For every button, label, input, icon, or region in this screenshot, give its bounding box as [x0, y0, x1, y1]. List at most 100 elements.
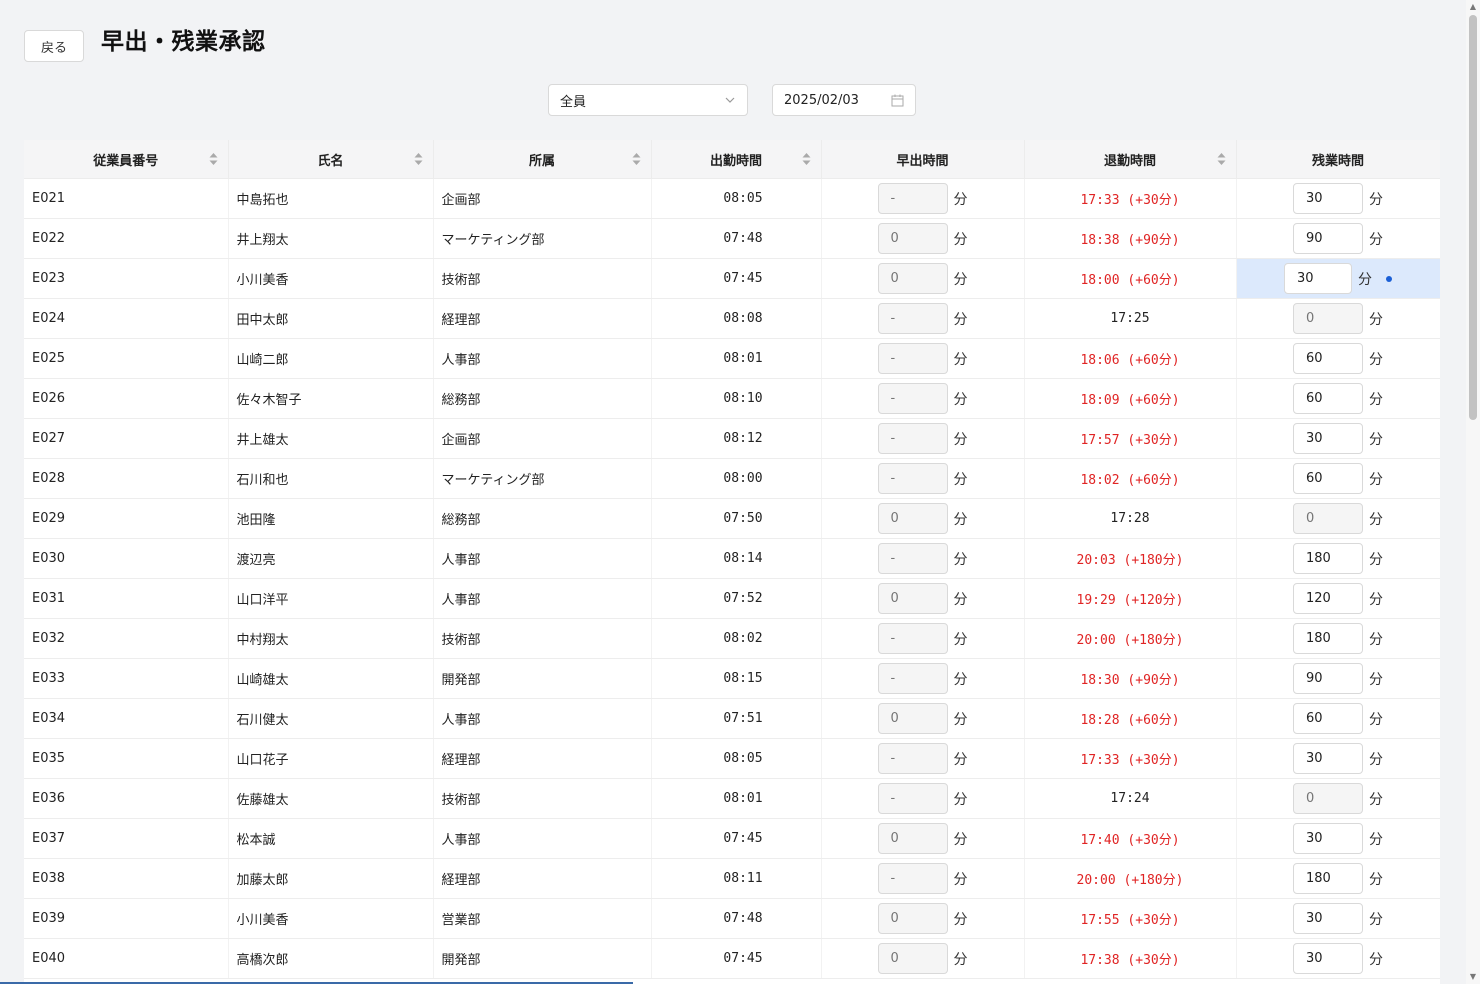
name-cell: 山口花子 [228, 738, 434, 779]
minutes-unit: 分 [1369, 511, 1383, 528]
clock-in-cell: 07:50 [651, 498, 822, 539]
column-header-label: 出勤時間 [709, 153, 762, 169]
table-row: E036佐藤雄太技術部08:01 分 17:24 分 [24, 778, 1440, 819]
employee-id-cell: E038 [24, 858, 229, 899]
table-row: E032中村翔太技術部08:02 分 20:00 (+180分) 分 [24, 618, 1440, 659]
column-header-department[interactable]: 所属 [433, 140, 652, 179]
early-time-cell: 分 [821, 698, 1025, 739]
clock-out-cell: 17:55 (+30分) [1024, 898, 1237, 939]
clock-out-cell: 17:38 (+30分) [1024, 938, 1237, 979]
department-cell: 人事部 [433, 538, 652, 579]
overtime-input[interactable] [1293, 903, 1363, 934]
early-time-input [877, 423, 948, 454]
sort-icon[interactable] [209, 153, 218, 169]
clock-out-cell: 18:09 (+60分) [1024, 378, 1237, 419]
overtime-cell: 分 [1236, 778, 1440, 819]
early-time-cell: 分 [821, 258, 1025, 299]
early-time-cell: 分 [821, 378, 1025, 419]
table-row: E033山崎雄太開発部08:15 分 18:30 (+90分) 分 [24, 658, 1440, 699]
department-cell: 開発部 [433, 938, 652, 979]
clock-in-cell: 08:00 [651, 458, 822, 499]
department-cell: 営業部 [433, 898, 652, 939]
employee-id-cell: E028 [24, 458, 229, 499]
overtime-input[interactable] [1293, 423, 1363, 454]
overtime-input[interactable] [1293, 743, 1363, 774]
early-time-input [877, 463, 948, 494]
department-cell: 企画部 [433, 418, 652, 459]
scroll-down-arrow-icon[interactable]: ▼ [1469, 973, 1477, 981]
column-header-label: 氏名 [317, 153, 344, 169]
overtime-input[interactable] [1293, 623, 1363, 654]
overtime-input[interactable] [1293, 183, 1363, 214]
department-cell: 人事部 [433, 698, 652, 739]
minutes-unit: 分 [953, 911, 968, 928]
overtime-input[interactable] [1293, 663, 1363, 694]
minutes-unit: 分 [953, 191, 968, 208]
name-cell: 山口洋平 [228, 578, 434, 619]
column-header-name[interactable]: 氏名 [228, 140, 434, 179]
department-cell: 開発部 [433, 658, 652, 699]
column-header-clock-in[interactable]: 出勤時間 [651, 140, 822, 179]
overtime-input[interactable] [1293, 583, 1363, 614]
minutes-unit: 分 [953, 351, 968, 368]
sort-icon[interactable] [414, 153, 423, 169]
calendar-icon [891, 94, 904, 107]
early-time-cell: 分 [821, 498, 1025, 539]
scrollbar-thumb[interactable] [1469, 15, 1477, 420]
overtime-input[interactable] [1293, 343, 1363, 374]
column-header-label: 所属 [528, 153, 555, 169]
employee-id-cell: E035 [24, 738, 229, 779]
name-cell: 中島拓也 [228, 178, 434, 219]
date-picker[interactable]: 2025/02/03 [772, 84, 916, 116]
sort-icon[interactable] [1217, 153, 1226, 169]
department-cell: 技術部 [433, 618, 652, 659]
overtime-input[interactable] [1293, 943, 1363, 974]
minutes-unit: 分 [1369, 751, 1383, 768]
employee-id-cell: E026 [24, 378, 229, 419]
minutes-unit: 分 [1369, 431, 1383, 448]
vertical-scrollbar[interactable]: ▲ ▼ [1466, 0, 1480, 984]
overtime-input[interactable] [1293, 463, 1363, 494]
minutes-unit: 分 [1369, 351, 1383, 368]
overtime-input[interactable] [1293, 703, 1363, 734]
scroll-up-arrow-icon[interactable]: ▲ [1469, 3, 1477, 11]
minutes-unit: 分 [1369, 231, 1383, 248]
minutes-unit: 分 [1369, 871, 1383, 888]
name-cell: 松本誠 [228, 818, 434, 859]
early-time-cell: 分 [821, 898, 1025, 939]
department-cell: 総務部 [433, 498, 652, 539]
clock-in-cell: 08:12 [651, 418, 822, 459]
employee-id-cell: E036 [24, 778, 229, 819]
back-button[interactable]: 戻る [24, 30, 84, 62]
early-time-cell: 分 [821, 618, 1025, 659]
overtime-input[interactable] [1284, 263, 1352, 294]
minutes-unit: 分 [953, 951, 968, 968]
overtime-input[interactable] [1293, 543, 1363, 574]
department-cell: 経理部 [433, 858, 652, 899]
early-time-cell: 分 [821, 938, 1025, 979]
overtime-cell: 分 [1236, 538, 1440, 579]
name-cell: 石川和也 [228, 458, 434, 499]
early-time-input [877, 903, 948, 934]
employee-filter-select[interactable]: 全員 [548, 84, 748, 116]
employee-id-cell: E027 [24, 418, 229, 459]
overtime-input[interactable] [1293, 223, 1363, 254]
table-row: E027井上雄太企画部08:12 分 17:57 (+30分) 分 [24, 418, 1440, 459]
overtime-input[interactable] [1293, 823, 1363, 854]
overtime-cell: 分 [1236, 298, 1440, 339]
table-row: E040高橋次郎開発部07:45 分 17:38 (+30分) 分 [24, 938, 1440, 979]
column-header-employee-id[interactable]: 従業員番号 [24, 140, 229, 179]
overtime-input[interactable] [1293, 383, 1363, 414]
table-row: E031山口洋平人事部07:52 分 19:29 (+120分) 分 [24, 578, 1440, 619]
sort-icon[interactable] [802, 153, 811, 169]
early-time-input [877, 783, 948, 814]
overtime-cell: 分 [1236, 218, 1440, 259]
sort-icon[interactable] [632, 153, 641, 169]
early-time-cell: 分 [821, 778, 1025, 819]
overtime-input[interactable] [1293, 863, 1363, 894]
column-header-clock-out[interactable]: 退勤時間 [1024, 140, 1237, 179]
name-cell: 井上雄太 [228, 418, 434, 459]
minutes-unit: 分 [953, 551, 968, 568]
clock-out-cell: 19:29 (+120分) [1024, 578, 1237, 619]
employee-id-cell: E040 [24, 938, 229, 979]
